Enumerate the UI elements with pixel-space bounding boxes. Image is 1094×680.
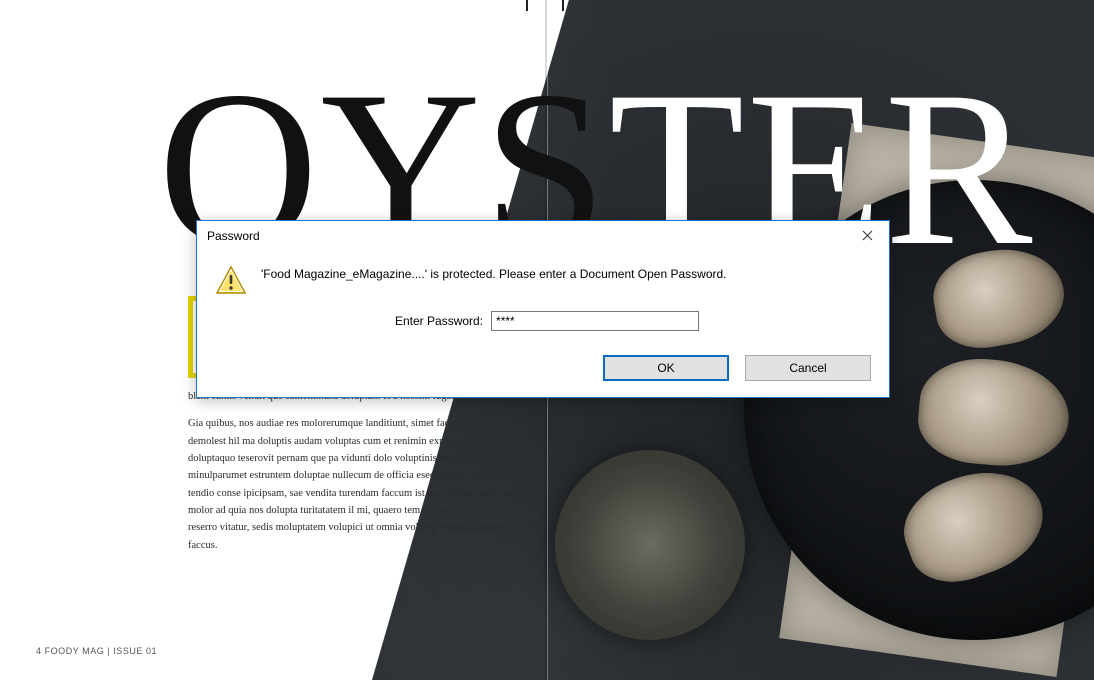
dialog-message: 'Food Magazine_eMagazine....' is protect… [261, 263, 727, 281]
password-dialog: Password 'Food Magazine_eMagazine....' i… [196, 220, 890, 398]
password-input[interactable] [491, 311, 699, 331]
glass-graphic [555, 450, 745, 640]
password-label: Enter Password: [395, 314, 483, 328]
page-tick [526, 0, 528, 11]
close-icon [862, 228, 873, 244]
page-tick [562, 0, 564, 11]
body-paragraph: Gia quibus, nos audiae res molorerumque … [188, 415, 518, 554]
cancel-button[interactable]: Cancel [745, 355, 871, 381]
ok-button[interactable]: OK [603, 355, 729, 381]
magazine-body-copy: blani suntis vendit que sumenimusa dolup… [188, 388, 518, 564]
dialog-titlebar[interactable]: Password [197, 221, 889, 251]
warning-icon [215, 265, 247, 297]
page-folio: 4 FOODY MAG | ISSUE 01 [36, 646, 157, 656]
dialog-title: Password [207, 229, 260, 243]
dialog-body: 'Food Magazine_eMagazine....' is protect… [197, 251, 889, 355]
close-button[interactable] [845, 221, 889, 251]
